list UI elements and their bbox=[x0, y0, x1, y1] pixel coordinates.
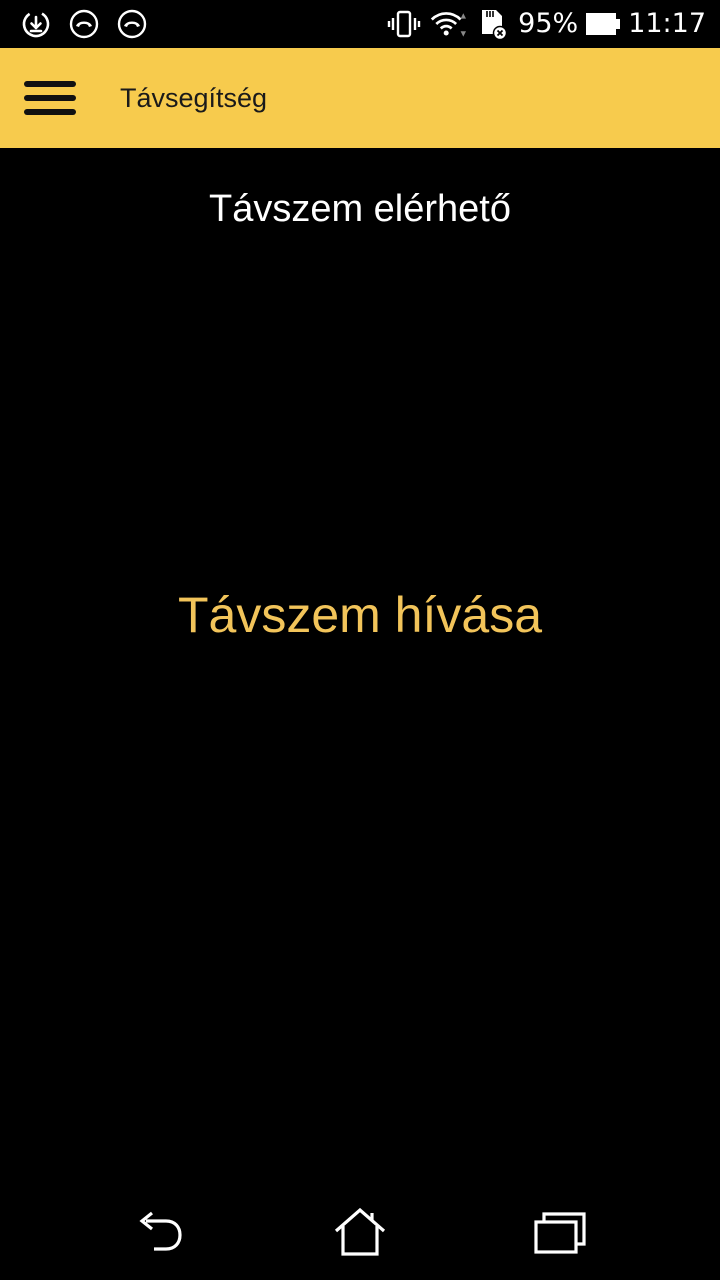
menu-bar-line bbox=[24, 81, 76, 87]
availability-status: Távszem elérhető bbox=[208, 188, 511, 230]
page-title: Távsegítség bbox=[120, 83, 268, 113]
missed-call-icon bbox=[114, 6, 150, 42]
system-status-icons: 95% 11:17 bbox=[386, 6, 706, 42]
status-bar: 95% 11:17 bbox=[0, 0, 720, 48]
clock: 11:17 bbox=[628, 8, 706, 39]
menu-bar-line bbox=[24, 95, 76, 101]
home-icon[interactable] bbox=[330, 1202, 390, 1262]
wifi-icon bbox=[430, 6, 467, 42]
battery-percentage: 95% bbox=[518, 8, 579, 39]
sd-card-error-icon bbox=[474, 6, 510, 42]
system-nav-bar bbox=[0, 1184, 720, 1280]
back-icon[interactable] bbox=[130, 1202, 190, 1262]
missed-call-icon bbox=[66, 6, 102, 42]
battery-icon bbox=[586, 13, 621, 35]
notification-icons bbox=[18, 6, 150, 42]
download-status-icon bbox=[18, 6, 54, 42]
screen: 95% 11:17 Távsegítség Távszem elérhető T… bbox=[0, 0, 720, 1280]
hamburger-menu-icon[interactable] bbox=[18, 73, 82, 123]
recents-icon[interactable] bbox=[530, 1202, 590, 1262]
call-button[interactable]: Távszem hívása bbox=[110, 560, 610, 670]
app-toolbar: Távsegítség bbox=[0, 48, 720, 148]
menu-bar-line bbox=[24, 109, 76, 115]
vibrate-icon bbox=[386, 6, 422, 42]
